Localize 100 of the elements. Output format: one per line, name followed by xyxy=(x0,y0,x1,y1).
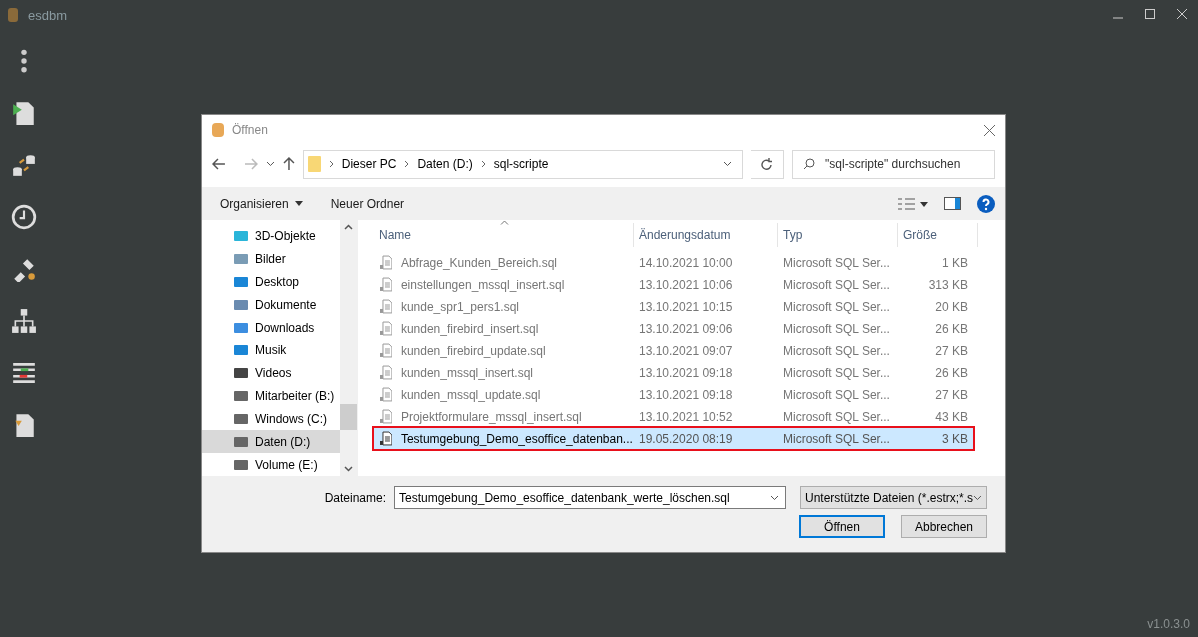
address-bar[interactable]: Dieser PC Daten (D:) sql-scripte xyxy=(302,149,744,179)
file-row[interactable]: Testumgebung_Demo_esoffice_datenban... 19.05.2020 08:19 Microsoft SQL Ser... 3 KB xyxy=(374,428,973,449)
nav-item[interactable]: Downloads xyxy=(202,316,340,340)
file-date: 13.10.2021 10:52 xyxy=(638,409,734,424)
file-size: 43 KB xyxy=(934,409,969,424)
nav-item[interactable]: 3D-Objekte xyxy=(202,225,340,248)
column-header[interactable]: Name xyxy=(374,223,634,247)
refresh-icon xyxy=(761,157,774,171)
file-name: kunden_firebird_update.sql xyxy=(399,343,547,358)
nav-item[interactable]: Musik xyxy=(202,339,340,362)
file-size: 20 KB xyxy=(934,299,969,314)
filename-field[interactable]: Testumgebung_Demo_esoffice_datenbank_werte_löschen.sql xyxy=(394,486,786,509)
file-row[interactable]: einstellungen_mssql_insert.sql 13.10.2021 10:06 Microsoft SQL Ser... 313 KB xyxy=(374,274,973,295)
maximize-icon[interactable] xyxy=(1145,9,1155,19)
nav-item[interactable]: Mitarbeiter (B:) xyxy=(202,384,340,408)
file-size: 26 KB xyxy=(934,365,969,380)
column-header[interactable]: Änderungsdatum xyxy=(634,223,778,247)
file-name: einstellungen_mssql_insert.sql xyxy=(399,277,566,292)
file-type: Microsoft SQL Ser... xyxy=(782,387,891,402)
organize-menu[interactable]: Organisieren xyxy=(220,196,303,211)
scroll-up-icon[interactable] xyxy=(344,224,353,230)
file-type: Microsoft SQL Ser... xyxy=(782,299,891,314)
file-row[interactable]: kunden_firebird_update.sql 13.10.2021 09:07 Microsoft SQL Ser... 27 KB xyxy=(374,340,973,361)
file-row[interactable]: kunden_mssql_insert.sql 13.10.2021 09:18 Microsoft SQL Ser... 26 KB xyxy=(374,362,973,383)
nav-item[interactable]: Desktop xyxy=(202,270,340,294)
nav-item[interactable]: Volume (E:) xyxy=(202,453,340,476)
file-date: 13.10.2021 09:06 xyxy=(638,321,734,336)
file-size: 27 KB xyxy=(934,387,969,402)
file-name: kunden_firebird_insert.sql xyxy=(399,321,540,336)
compare-icon[interactable] xyxy=(11,360,37,386)
sort-caret-icon xyxy=(500,220,509,225)
breadcrumb-item[interactable]: Dieser PC xyxy=(341,157,397,171)
file-date: 13.10.2021 09:18 xyxy=(638,365,734,380)
chevron-icon xyxy=(480,160,486,168)
file-type: Microsoft SQL Ser... xyxy=(782,431,891,446)
file-name: Abfrage_Kunden_Bereich.sql xyxy=(399,255,559,270)
scroll-down-icon[interactable] xyxy=(344,466,353,472)
app-title: esdbm xyxy=(28,7,68,23)
new-folder-button[interactable]: Neuer Ordner xyxy=(330,196,405,211)
close-icon[interactable] xyxy=(984,124,995,136)
file-type: Microsoft SQL Ser... xyxy=(782,343,891,358)
breadcrumb-item[interactable]: sql-scripte xyxy=(493,157,549,171)
back-arrow-icon[interactable] xyxy=(212,158,226,170)
caret-icon xyxy=(294,201,303,206)
filename-label: Dateiname: xyxy=(324,490,386,505)
scroll-thumb[interactable] xyxy=(340,404,357,430)
breadcrumb-item[interactable]: Daten (D:) xyxy=(417,157,473,171)
nav-item[interactable]: Dokumente xyxy=(202,293,340,317)
file-row[interactable]: kunde_spr1_pers1.sql 13.10.2021 10:15 Microsoft SQL Ser... 20 KB xyxy=(374,296,973,317)
file-type-dropdown[interactable]: Unterstützte Dateien (*.estrx;*.s xyxy=(800,486,987,509)
caret-icon xyxy=(265,161,275,167)
file-name: kunden_mssql_update.sql xyxy=(399,387,542,402)
file-size: 1 KB xyxy=(941,255,969,270)
file-row[interactable]: Abfrage_Kunden_Bereich.sql 14.10.2021 10:00 Microsoft SQL Ser... 1 KB xyxy=(374,252,973,273)
file-name: kunde_spr1_pers1.sql xyxy=(399,299,520,314)
file-row[interactable]: kunden_mssql_update.sql 13.10.2021 09:18 Microsoft SQL Ser... 27 KB xyxy=(374,384,973,405)
file-row[interactable]: Projektformulare_mssql_insert.sql 13.10.2021 10:52 Microsoft SQL Ser... 43 KB xyxy=(374,406,973,427)
version-label: v1.0.3.0 xyxy=(1147,617,1190,631)
help-icon[interactable] xyxy=(977,194,995,213)
sql-file-icon[interactable] xyxy=(11,100,37,126)
file-size: 27 KB xyxy=(934,343,969,358)
file-row[interactable]: kunden_firebird_insert.sql 13.10.2021 09:06 Microsoft SQL Ser... 26 KB xyxy=(374,318,973,339)
column-header[interactable]: Größe xyxy=(898,223,978,247)
file-date: 13.10.2021 10:06 xyxy=(638,277,734,292)
file-date: 13.10.2021 09:07 xyxy=(638,343,734,358)
cancel-button[interactable]: Abbrechen xyxy=(901,515,987,538)
file-name: kunden_mssql_insert.sql xyxy=(399,365,534,380)
database-sync-icon[interactable] xyxy=(11,152,37,178)
file-date: 19.05.2020 08:19 xyxy=(638,431,734,446)
chevron-icon xyxy=(328,160,334,168)
file-type: Microsoft SQL Ser... xyxy=(782,321,891,336)
search-field[interactable]: "sql-scripte" durchsuchen xyxy=(792,149,995,179)
search-icon xyxy=(803,158,816,170)
nav-item[interactable]: Bilder xyxy=(202,247,340,271)
dropdown-caret-icon xyxy=(723,161,733,167)
file-name: Testumgebung_Demo_esoffice_datenban... xyxy=(399,431,634,446)
nav-item[interactable]: Windows (C:) xyxy=(202,407,340,431)
file-type: Microsoft SQL Ser... xyxy=(782,365,891,380)
file-date: 13.10.2021 09:18 xyxy=(638,387,734,402)
hierarchy-icon[interactable] xyxy=(11,308,37,334)
file-size: 313 KB xyxy=(927,277,969,292)
file-type: Microsoft SQL Ser... xyxy=(782,255,891,270)
file-size: 3 KB xyxy=(941,431,969,446)
file-size: 26 KB xyxy=(934,321,969,336)
up-arrow-icon[interactable] xyxy=(282,157,295,171)
open-button[interactable]: Öffnen xyxy=(799,515,885,538)
nav-item[interactable]: Videos xyxy=(202,361,340,385)
column-header[interactable]: Typ xyxy=(778,223,898,247)
dropdown-caret-icon xyxy=(770,494,779,501)
file-date: 13.10.2021 10:15 xyxy=(638,299,734,314)
clock-icon[interactable] xyxy=(11,204,37,230)
view-list-icon[interactable] xyxy=(898,197,928,210)
refresh-button[interactable] xyxy=(751,149,785,179)
preview-pane-icon[interactable] xyxy=(944,197,961,210)
file-name: Projektformulare_mssql_insert.sql xyxy=(399,409,583,424)
dialog-title: Öffnen xyxy=(232,123,269,137)
dropdown-caret-icon xyxy=(973,494,982,501)
file-type: Microsoft SQL Ser... xyxy=(782,409,891,424)
nav-item[interactable]: Daten (D:) xyxy=(202,430,340,454)
chevron-icon xyxy=(404,160,410,168)
